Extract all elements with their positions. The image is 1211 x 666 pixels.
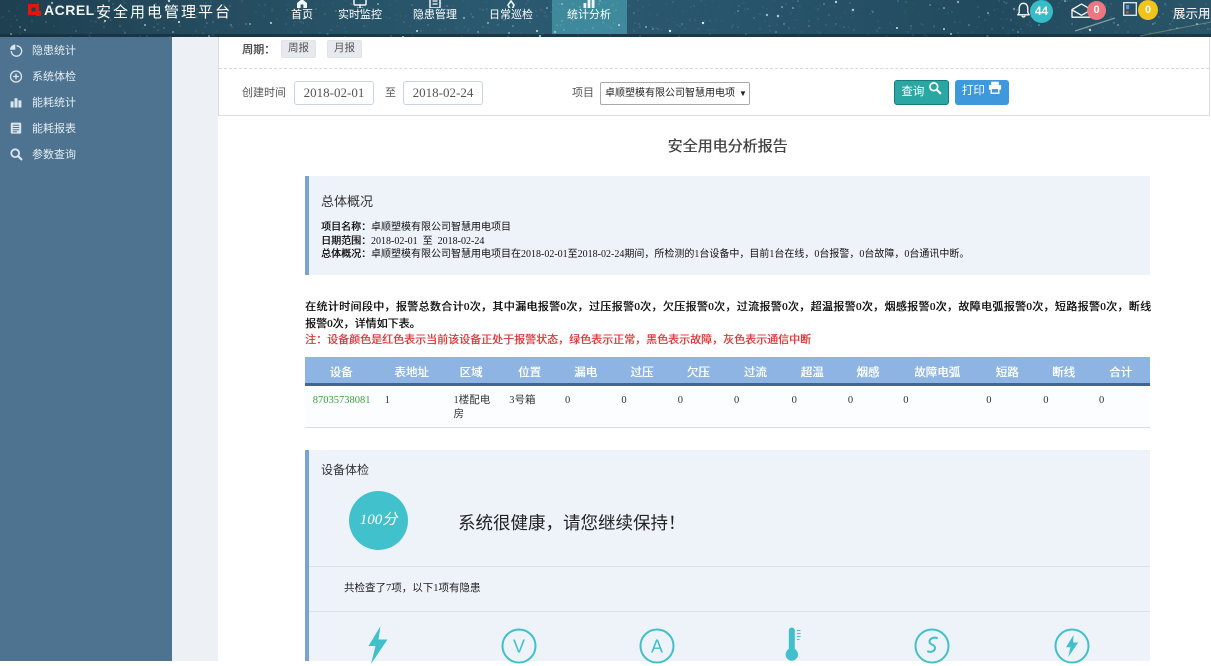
svg-text:V: V (513, 637, 525, 657)
svg-text:A: A (651, 637, 663, 657)
